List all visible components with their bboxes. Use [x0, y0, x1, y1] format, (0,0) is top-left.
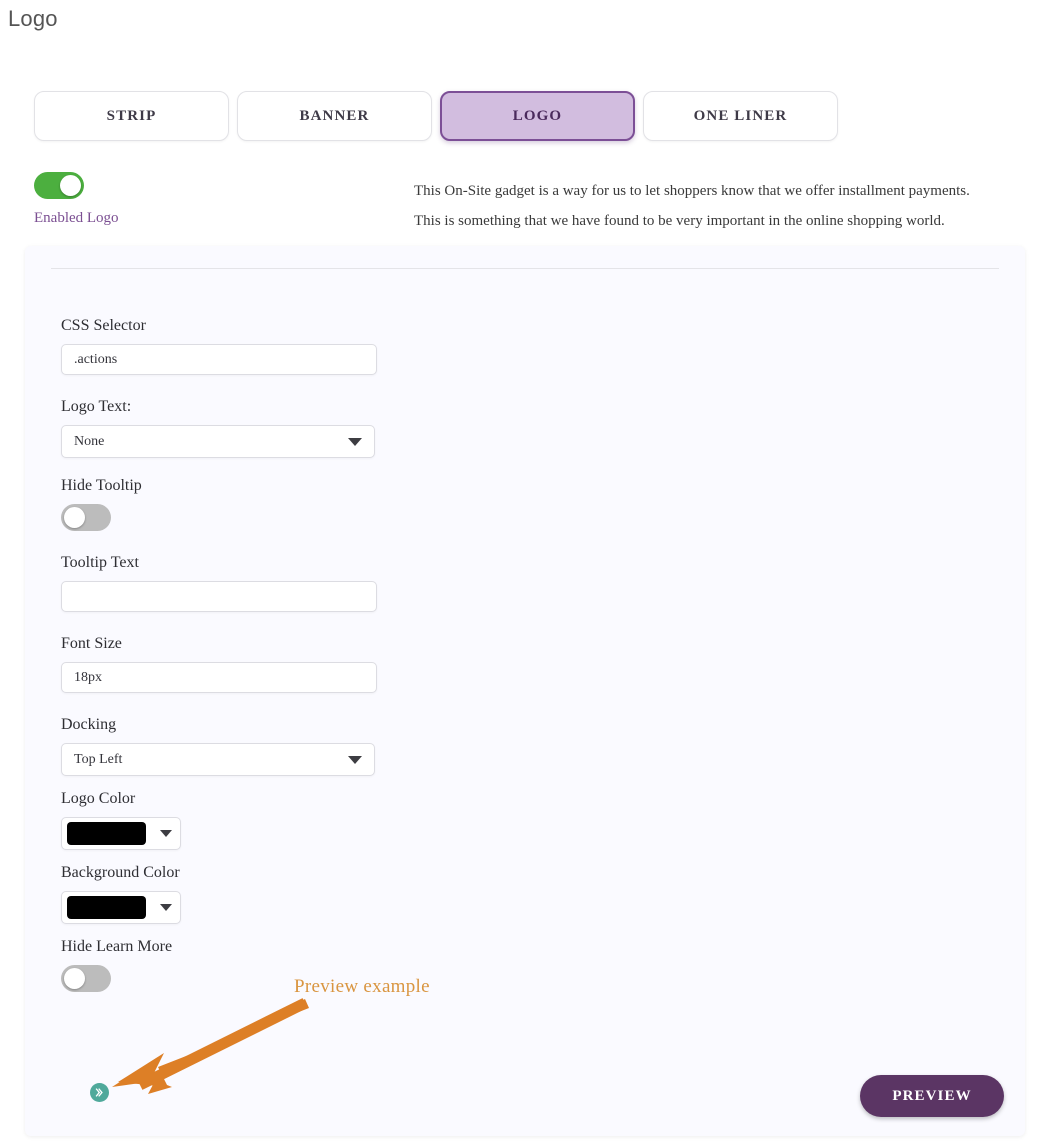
css-selector-label: CSS Selector [61, 317, 146, 334]
panel-divider [51, 268, 999, 269]
docking-label: Docking [61, 716, 117, 733]
docking-select[interactable]: Top Left [61, 743, 375, 776]
css-selector-value: .actions [74, 351, 118, 367]
tab-strip[interactable]: STRIP [34, 91, 229, 141]
preview-button-label: PREVIEW [892, 1087, 972, 1104]
chevron-down-icon [160, 904, 172, 911]
field-font-size: Font Size 18px [61, 634, 461, 693]
enabled-logo-toggle[interactable] [34, 172, 84, 199]
chevron-down-icon [160, 830, 172, 837]
logo-text-select[interactable]: None [61, 425, 375, 458]
description-line-1: This On-Site gadget is a way for us to l… [414, 183, 970, 199]
enabled-logo-group: Enabled Logo [34, 172, 119, 227]
hide-tooltip-toggle[interactable] [61, 504, 111, 531]
preview-button[interactable]: PREVIEW [860, 1075, 1004, 1117]
hide-learn-more-label: Hide Learn More [61, 938, 173, 955]
logo-color-label: Logo Color [61, 790, 136, 807]
tab-logo[interactable]: LOGO [440, 91, 635, 141]
tab-one-liner-label: ONE LINER [693, 107, 788, 124]
field-logo-text: Logo Text: None [61, 397, 461, 458]
field-background-color: Background Color [61, 863, 461, 924]
toggle-knob-icon [60, 175, 81, 196]
font-size-value: 18px [74, 669, 102, 685]
background-color-picker[interactable] [61, 891, 181, 924]
chevron-down-icon [348, 755, 362, 764]
description-line-2: This is something that we have found to … [414, 213, 945, 229]
logo-text-label: Logo Text: [61, 398, 132, 415]
logo-text-value: None [74, 433, 105, 449]
font-size-input[interactable]: 18px [61, 662, 377, 693]
logo-settings-form: CSS Selector .actions Logo Text: None Hi… [61, 316, 461, 992]
tab-banner[interactable]: BANNER [237, 91, 432, 141]
gadget-type-tabs: STRIP BANNER LOGO ONE LINER [34, 91, 838, 141]
toggle-knob-icon [64, 507, 85, 528]
affirm-logo-icon [90, 1083, 109, 1102]
settings-panel: CSS Selector .actions Logo Text: None Hi… [25, 246, 1025, 1136]
background-color-swatch [67, 896, 146, 919]
tooltip-text-input[interactable] [61, 581, 377, 612]
tab-one-liner[interactable]: ONE LINER [643, 91, 838, 141]
logo-color-picker[interactable] [61, 817, 181, 850]
field-css-selector: CSS Selector .actions [61, 316, 461, 375]
field-logo-color: Logo Color [61, 789, 461, 850]
docking-value: Top Left [74, 751, 123, 767]
tab-strip-label: STRIP [106, 107, 157, 124]
tab-logo-label: LOGO [512, 107, 563, 124]
chevron-down-icon [348, 437, 362, 446]
tab-banner-label: BANNER [299, 107, 370, 124]
field-docking: Docking Top Left [61, 715, 461, 776]
toggle-knob-icon [64, 968, 85, 989]
annotation-label: Preview example [294, 976, 430, 997]
font-size-label: Font Size [61, 635, 122, 652]
field-tooltip-text: Tooltip Text [61, 553, 461, 612]
hide-tooltip-label: Hide Tooltip [61, 477, 142, 494]
page-title: Logo [8, 6, 58, 31]
tooltip-text-label: Tooltip Text [61, 554, 139, 571]
enabled-logo-label: Enabled Logo [34, 210, 119, 226]
css-selector-input[interactable]: .actions [61, 344, 377, 375]
gadget-description: This On-Site gadget is a way for us to l… [414, 176, 1014, 236]
field-hide-tooltip: Hide Tooltip [61, 476, 461, 531]
background-color-label: Background Color [61, 864, 180, 881]
hide-learn-more-toggle[interactable] [61, 965, 111, 992]
logo-color-swatch [67, 822, 146, 845]
